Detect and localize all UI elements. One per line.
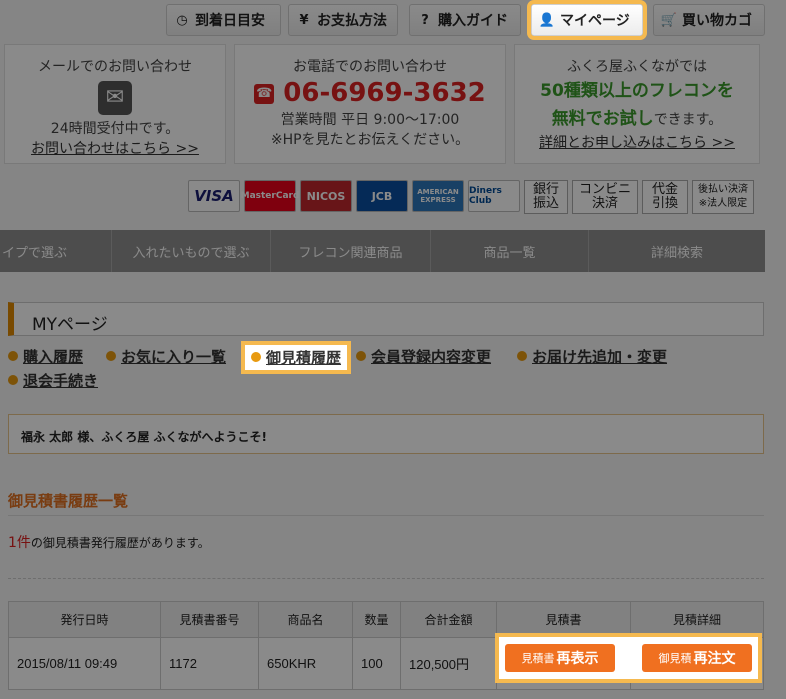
- link-member-info[interactable]: 会員登録内容変更: [356, 346, 491, 368]
- category-list[interactable]: 商品一覧: [431, 230, 589, 272]
- nav-guide-button[interactable]: ? 購入ガイド: [409, 4, 521, 36]
- contact-section: メールでのお問い合わせ ✉ 24時間受付中です。 お問い合わせはこちら >> お…: [0, 44, 786, 164]
- mastercard-logo: MasterCard: [241, 180, 299, 212]
- link-favorites[interactable]: お気に入り一覧: [106, 346, 226, 368]
- bullet-icon: [8, 375, 18, 385]
- question-icon: ?: [421, 12, 429, 28]
- history-count: 1件の御見積書発行履歴があります。: [8, 535, 210, 551]
- mail-contact-box: メールでのお問い合わせ ✉ 24時間受付中です。 お問い合わせはこちら >>: [4, 44, 226, 164]
- bullet-icon: [356, 351, 366, 361]
- phone-contact-box: お電話でのお問い合わせ ☎ 06-6969-3632 営業時間 平日 9:00〜…: [234, 44, 506, 164]
- page-title: MYページ: [8, 302, 764, 336]
- user-icon: 👤: [538, 12, 556, 28]
- yen-icon: ¥: [299, 12, 309, 28]
- link-withdraw[interactable]: 退会手続き: [8, 370, 98, 392]
- bullet-icon: [106, 351, 116, 361]
- mail-contact-link[interactable]: お問い合わせはこちら >>: [31, 141, 199, 157]
- mail-icon: ✉: [98, 81, 132, 115]
- diners-logo: Diners Club: [468, 180, 520, 212]
- category-contents[interactable]: 入れたいもので選ぶ: [112, 230, 271, 272]
- reorder-estimate-button[interactable]: 御見積 再注文: [642, 644, 752, 672]
- category-search[interactable]: 詳細検索: [589, 230, 765, 272]
- estimate-action-buttons: 見積書 再表示 御見積 再注文: [495, 633, 762, 683]
- link-address[interactable]: お届け先追加・変更: [517, 346, 667, 368]
- phone-number: 06-6969-3632: [283, 78, 486, 108]
- divider: [8, 578, 764, 579]
- category-type[interactable]: イプで選ぶ: [0, 230, 112, 272]
- link-estimate-history[interactable]: 御見積履歴: [240, 341, 352, 374]
- amex-logo: AMERICAN EXPRESS: [412, 180, 464, 212]
- cart-icon: 🛒: [660, 12, 678, 28]
- cod-badge: 代金 引換: [642, 180, 688, 214]
- deferred-payment-badge: 後払い決済 ※法人限定: [692, 180, 754, 214]
- sample-box: ふくろ屋ふくながでは 50種類以上のフレコンを 無料でお試しできます。 詳細とお…: [514, 44, 760, 164]
- nicos-logo: NICOS: [300, 180, 352, 212]
- bullet-icon: [8, 351, 18, 361]
- section-heading: 御見積書履歴一覧: [8, 490, 764, 516]
- clock-icon: ◷: [176, 12, 188, 28]
- welcome-message: 福永 太郎 様、ふくろ屋 ふくながへようこそ!: [8, 414, 764, 454]
- bullet-icon: [251, 352, 261, 362]
- sample-detail-link[interactable]: 詳細とお申し込みはこちら >>: [539, 135, 735, 151]
- nav-payment-button[interactable]: ¥ お支払方法: [288, 4, 398, 36]
- reshow-estimate-button[interactable]: 見積書 再表示: [505, 644, 615, 672]
- nav-mypage-button[interactable]: 👤 マイページ: [527, 0, 647, 40]
- phone-icon: ☎: [254, 84, 275, 104]
- nav-delivery-button[interactable]: ◷ 到着日目安: [166, 4, 281, 36]
- bullet-icon: [517, 351, 527, 361]
- link-purchase-history[interactable]: 購入履歴: [8, 346, 83, 368]
- convenience-store-badge: コンビニ 決済: [572, 180, 638, 214]
- top-nav: ◷ 到着日目安 ¥ お支払方法 ? 購入ガイド 🛒 買い物カゴ: [160, 0, 786, 38]
- category-nav: イプで選ぶ 入れたいもので選ぶ フレコン関連商品 商品一覧 詳細検索: [0, 230, 765, 272]
- bank-transfer-badge: 銀行 振込: [524, 180, 568, 214]
- nav-cart-button[interactable]: 🛒 買い物カゴ: [653, 4, 765, 36]
- payment-methods: VISA MasterCard NICOS JCB AMERICAN EXPRE…: [188, 180, 754, 216]
- visa-logo: VISA: [188, 180, 240, 212]
- category-related[interactable]: フレコン関連商品: [271, 230, 431, 272]
- table-header: 発行日時 見積書番号 商品名 数量 合計金額 見積書 見積詳細: [8, 601, 764, 638]
- jcb-logo: JCB: [356, 180, 408, 212]
